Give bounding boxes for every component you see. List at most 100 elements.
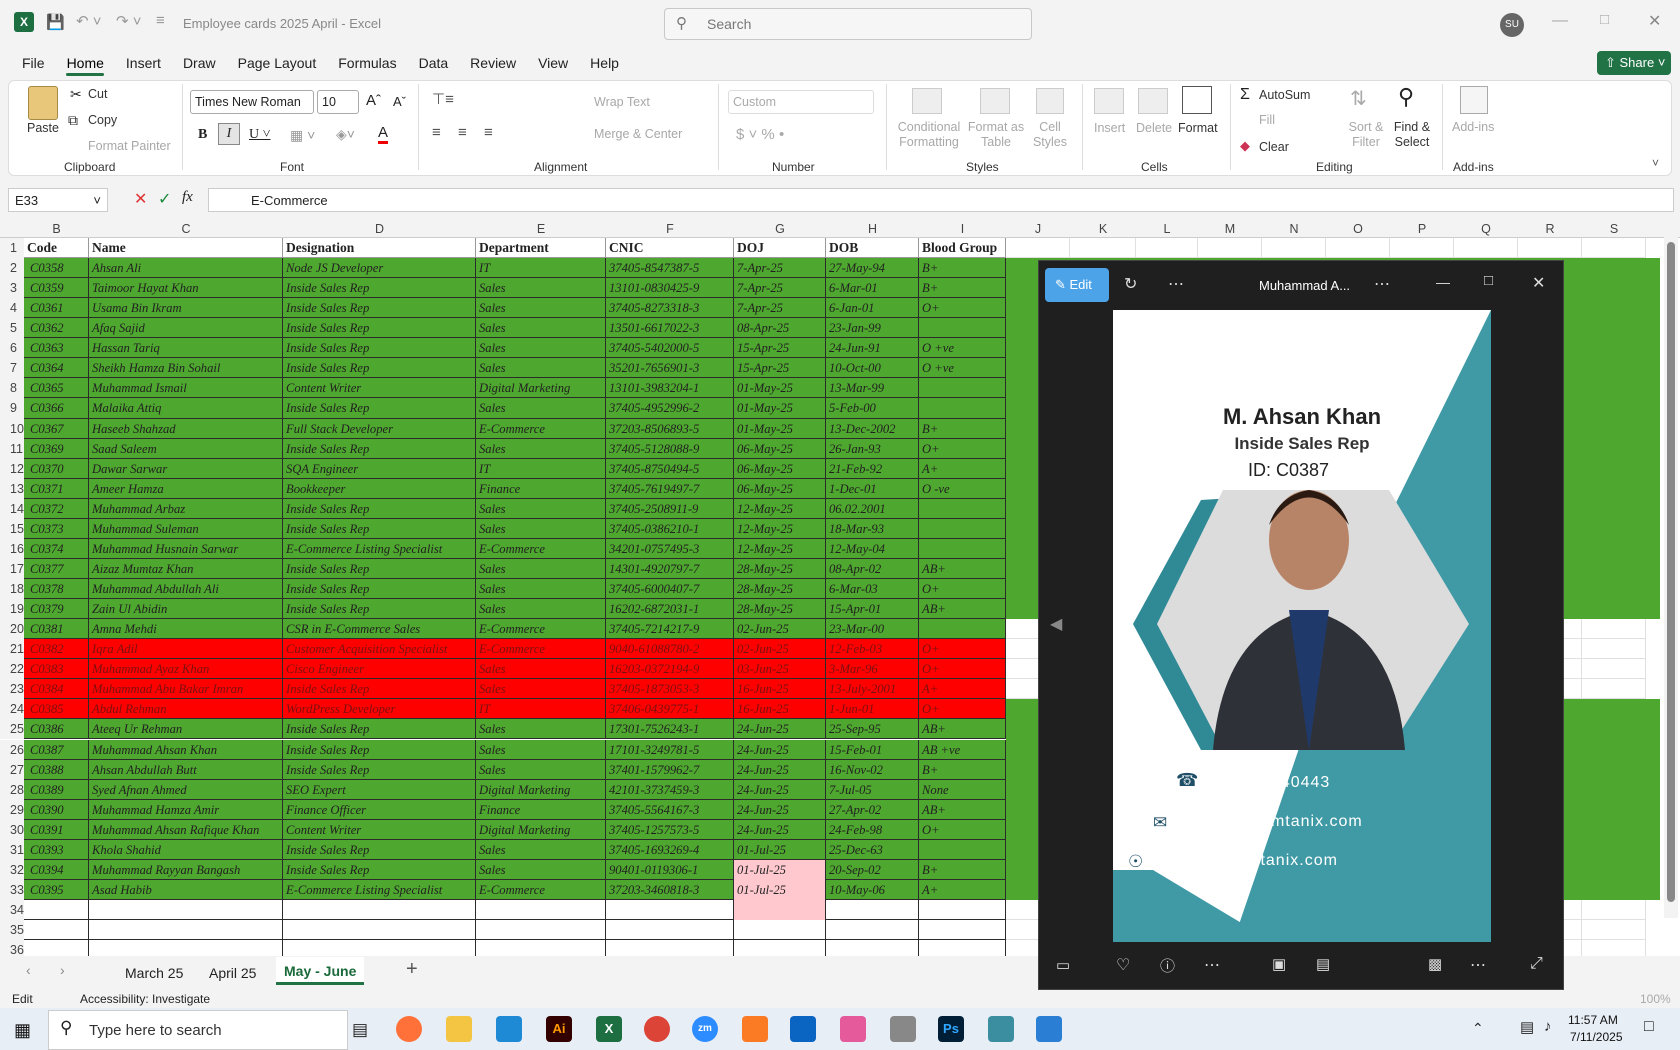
table-cell[interactable]: Muhammad Ahsan Rafique Khan bbox=[89, 819, 283, 840]
table-cell[interactable] bbox=[734, 920, 826, 941]
column-header[interactable]: H bbox=[826, 220, 919, 238]
table-cell[interactable]: 16-Nov-02 bbox=[826, 759, 919, 780]
table-cell[interactable]: 13101-3983204-1 bbox=[606, 378, 734, 399]
table-cell[interactable]: O +ve bbox=[919, 338, 1006, 359]
table-cell[interactable]: 5-Feb-00 bbox=[826, 398, 919, 419]
table-cell[interactable]: Usama Bin Ikram bbox=[89, 298, 283, 319]
table-cell[interactable]: 16-Jun-25 bbox=[734, 679, 826, 700]
font-color-icon[interactable]: A bbox=[378, 124, 389, 144]
table-cell[interactable]: 16-Jun-25 bbox=[734, 699, 826, 720]
scroll-prev-sheet-icon[interactable]: ‹ bbox=[26, 962, 31, 978]
table-cell[interactable]: 01-May-25 bbox=[734, 418, 826, 439]
formula-input[interactable]: E-Commerce bbox=[208, 188, 1674, 212]
table-cell[interactable] bbox=[826, 899, 919, 921]
table-cell[interactable]: AB+ bbox=[919, 558, 1006, 579]
table-cell[interactable]: CNIC bbox=[606, 238, 734, 259]
network-icon[interactable]: ▤ bbox=[1520, 1018, 1534, 1036]
table-cell[interactable]: 37405-5128088-9 bbox=[606, 438, 734, 459]
underline-icon[interactable]: U ˅ bbox=[249, 127, 271, 143]
table-cell[interactable]: O+ bbox=[919, 819, 1006, 840]
table-cell[interactable]: Sales bbox=[476, 679, 606, 700]
table-cell[interactable]: Ateeq Ur Rehman bbox=[89, 719, 283, 740]
table-cell[interactable]: C0371 bbox=[24, 478, 89, 499]
table-cell[interactable]: C0363 bbox=[24, 338, 89, 359]
grow-font-icon[interactable]: Aˆ bbox=[366, 92, 381, 109]
column-header[interactable]: J bbox=[1006, 220, 1070, 238]
insert-cells-button[interactable]: Insert bbox=[1094, 121, 1125, 135]
row-number[interactable]: 10 bbox=[0, 418, 24, 439]
table-cell[interactable]: Sales bbox=[476, 398, 606, 419]
table-cell[interactable]: 37405-2508911-9 bbox=[606, 498, 734, 519]
table-cell[interactable]: B+ bbox=[919, 759, 1006, 780]
scan-icon[interactable]: ▣ bbox=[1272, 955, 1286, 973]
table-cell[interactable]: 37405-1873053-3 bbox=[606, 679, 734, 700]
column-header[interactable]: I bbox=[919, 220, 1006, 238]
volume-icon[interactable]: ♪ bbox=[1544, 1018, 1552, 1035]
table-cell[interactable]: E-Commerce bbox=[476, 639, 606, 660]
autosum-button[interactable]: AutoSum bbox=[1259, 88, 1310, 102]
table-cell[interactable]: 16202-6872031-1 bbox=[606, 599, 734, 620]
row-number[interactable]: 7 bbox=[0, 358, 24, 379]
table-cell[interactable]: 25-Sep-95 bbox=[826, 719, 919, 740]
photoshop-icon[interactable]: Ps bbox=[938, 1016, 964, 1042]
table-cell[interactable]: C0358 bbox=[24, 258, 89, 279]
table-cell[interactable]: 37401-1579962-7 bbox=[606, 759, 734, 780]
delete-cells-icon[interactable] bbox=[1138, 88, 1168, 114]
previous-image-icon[interactable]: ◀ bbox=[1050, 614, 1062, 634]
clock-time[interactable]: 11:57 AM bbox=[1568, 1013, 1618, 1027]
table-cell[interactable]: Inside Sales Rep bbox=[283, 398, 476, 419]
table-cell[interactable] bbox=[24, 899, 89, 921]
table-cell[interactable]: B+ bbox=[919, 258, 1006, 279]
table-cell[interactable]: O+ bbox=[919, 659, 1006, 680]
viewer-close-icon[interactable]: ✕ bbox=[1532, 273, 1545, 293]
row-number[interactable]: 15 bbox=[0, 518, 24, 539]
table-cell[interactable]: E-Commerce Listing Specialist bbox=[283, 538, 476, 559]
column-header[interactable]: F bbox=[606, 220, 734, 238]
edit-button[interactable]: ✎ Edit bbox=[1045, 268, 1109, 302]
table-cell[interactable]: 9040-61088780-2 bbox=[606, 639, 734, 660]
table-cell[interactable] bbox=[919, 318, 1006, 339]
accessibility-status[interactable]: Accessibility: Investigate bbox=[80, 992, 210, 1006]
redo-icon[interactable]: ↷ ˅ bbox=[116, 12, 142, 30]
table-cell[interactable]: Sales bbox=[476, 859, 606, 880]
table-cell[interactable]: 15-Feb-01 bbox=[826, 739, 919, 760]
paste-button[interactable]: Paste bbox=[27, 121, 59, 135]
table-cell[interactable]: 10-May-06 bbox=[826, 879, 919, 900]
table-cell[interactable]: Full Stack Developer bbox=[283, 418, 476, 439]
format-cells-button[interactable]: Format bbox=[1178, 121, 1218, 135]
table-cell[interactable]: O +ve bbox=[919, 358, 1006, 379]
table-cell[interactable]: E-Commerce bbox=[476, 538, 606, 559]
table-cell[interactable]: Inside Sales Rep bbox=[283, 579, 476, 600]
fullscreen-icon[interactable]: ⤢ bbox=[1530, 955, 1543, 973]
table-cell[interactable]: Muhammad Abu Bakar Imran bbox=[89, 679, 283, 700]
taskbar-search[interactable]: Type here to search bbox=[48, 1010, 348, 1050]
actual-size-icon[interactable]: ▩ bbox=[1428, 955, 1442, 973]
table-cell[interactable] bbox=[89, 920, 283, 941]
table-cell[interactable]: 37406-0439775-1 bbox=[606, 699, 734, 720]
table-cell[interactable]: None bbox=[919, 779, 1006, 800]
table-cell[interactable]: 01-Jul-25 bbox=[734, 859, 826, 880]
format-as-table-button[interactable]: Format as Table bbox=[966, 120, 1026, 150]
font-size-select[interactable]: 10 bbox=[317, 90, 359, 114]
table-cell[interactable]: 37405-8750494-5 bbox=[606, 458, 734, 479]
column-header[interactable]: Q bbox=[1454, 220, 1518, 238]
table-cell[interactable]: Inside Sales Rep bbox=[283, 438, 476, 459]
column-header[interactable]: N bbox=[1262, 220, 1326, 238]
table-cell[interactable] bbox=[919, 839, 1006, 860]
cancel-entry-icon[interactable]: ✕ bbox=[134, 189, 147, 209]
table-cell[interactable]: C0386 bbox=[24, 719, 89, 740]
table-cell[interactable]: Zain Ul Abidin bbox=[89, 599, 283, 620]
table-cell[interactable]: Inside Sales Rep bbox=[283, 298, 476, 319]
table-cell[interactable]: Sales bbox=[476, 518, 606, 539]
row-number[interactable]: 9 bbox=[0, 398, 24, 419]
table-cell[interactable]: 7-Apr-25 bbox=[734, 298, 826, 319]
tab-review[interactable]: Review bbox=[470, 55, 516, 71]
maximize-icon[interactable]: □ bbox=[1600, 11, 1609, 28]
table-cell[interactable]: Ahsan Ali bbox=[89, 258, 283, 279]
table-cell[interactable]: C0370 bbox=[24, 458, 89, 479]
viewer-maximize-icon[interactable]: □ bbox=[1484, 272, 1493, 289]
table-cell[interactable]: 27-Apr-02 bbox=[826, 799, 919, 820]
table-cell[interactable]: Sales bbox=[476, 558, 606, 579]
cell-styles-icon[interactable] bbox=[1036, 88, 1064, 114]
table-cell[interactable]: Muhammad Arbaz bbox=[89, 498, 283, 519]
